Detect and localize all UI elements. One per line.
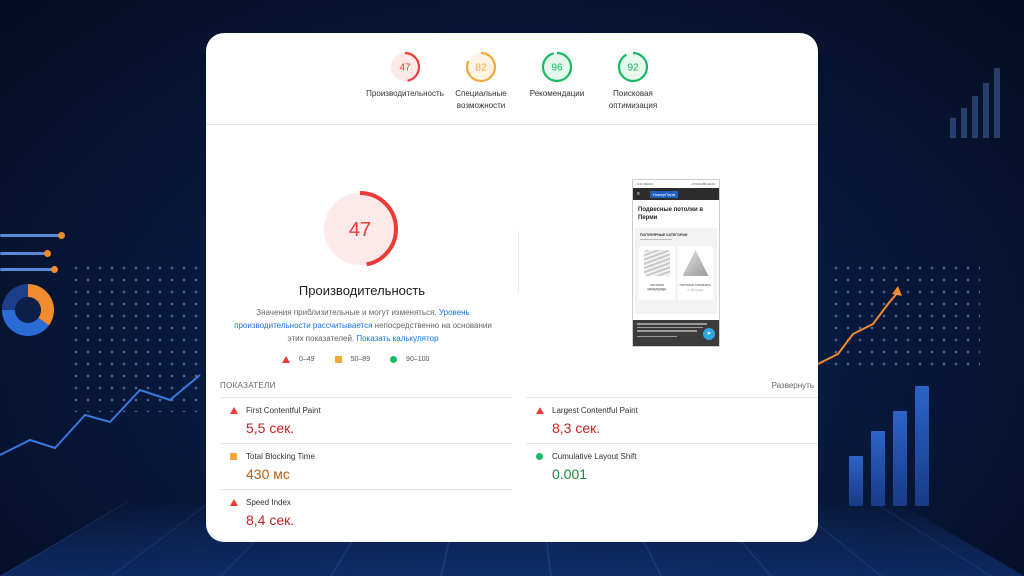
gauge-seo[interactable]: 92 Поисковая оптимизация	[585, 51, 681, 112]
preview-category-title: ПОПУЛЯРНЫЕ КАТЕГОРИИ	[640, 233, 688, 237]
preview-heading: Подвесные потолки в Перми	[638, 207, 704, 221]
divider	[518, 231, 519, 293]
legend-label: 50–89	[350, 356, 371, 363]
legend-item-fail: 0–49	[282, 356, 315, 363]
triangle-icon	[282, 356, 290, 363]
telegram-icon: ➤	[703, 328, 715, 340]
score-legend: 0–49 50–89 90–100	[282, 356, 429, 363]
square-icon	[230, 453, 237, 460]
legend-label: 90–100	[406, 356, 430, 363]
metric-first-contentful-paint[interactable]: First Contentful Paint 5,5 сек.	[220, 397, 512, 443]
triangle-icon	[230, 407, 238, 414]
legend-item-pass: 90–100	[390, 356, 429, 363]
preview-status-left: 9:41 МЕНЮ	[637, 182, 654, 186]
description-text: Значения приблизительные и могут изменят…	[256, 308, 439, 317]
preview-categories: ПОПУЛЯРНЫЕ КАТЕГОРИИ ПОТОЛКИ ARMSTRONG о…	[635, 228, 717, 314]
background-bar	[0, 266, 58, 273]
background-donut-chart	[2, 284, 54, 336]
metric-value: 0.001	[552, 466, 588, 482]
circle-icon	[390, 356, 398, 363]
metric-largest-contentful-paint[interactable]: Largest Contentful Paint 8,3 сек.	[526, 397, 818, 443]
metric-name: Speed Index	[246, 498, 291, 507]
gauge-label-line: оптимизация	[608, 101, 658, 110]
metric-name: Total Blocking Time	[246, 452, 315, 461]
background-bar	[0, 232, 65, 239]
gauge-score: 96	[551, 63, 563, 74]
background-arrow-chart	[818, 286, 902, 365]
preview-status-bar: 9:41 МЕНЮ +7(342)288-40-00	[633, 180, 719, 188]
ceiling-image	[682, 250, 709, 276]
background-bar	[0, 250, 51, 257]
metric-total-blocking-time[interactable]: Total Blocking Time 430 мс	[220, 443, 512, 489]
circle-icon	[536, 453, 543, 460]
ceiling-image	[644, 250, 670, 276]
performance-gauge: 47	[322, 191, 398, 267]
metric-value: 430 мс	[246, 466, 290, 482]
metrics-header: ПОКАЗАТЕЛИ	[220, 381, 276, 390]
lighthouse-report-card: 47 Производительность 82 Специальные воз…	[206, 33, 818, 542]
gauge-ring: 82	[465, 51, 497, 83]
preview-tiles: ПОТОЛКИ ARMSTRONG от 360 руб/м2 ПОТОЛОК …	[635, 240, 717, 300]
gauge-ring: 92	[617, 51, 649, 83]
preview-logo: НомерПерм	[649, 190, 679, 198]
gauge-score: 47	[399, 63, 411, 74]
legend-label: 0–49	[299, 356, 315, 363]
background-bars	[849, 386, 929, 506]
preview-tile-price: от 360 руб/м2	[687, 289, 704, 292]
square-icon	[334, 356, 342, 363]
show-calculator-link[interactable]: Показать калькулятор	[356, 334, 438, 343]
gauge-score: 82	[475, 63, 487, 74]
menu-icon: ≡	[637, 191, 640, 197]
metric-value: 5,5 сек.	[246, 420, 295, 436]
metric-name: Largest Contentful Paint	[552, 406, 638, 415]
metric-value: 8,4 сек.	[246, 512, 295, 528]
metric-name: Cumulative Layout Shift	[552, 452, 637, 461]
performance-title: Производительность	[298, 283, 426, 298]
performance-score: 47	[349, 219, 371, 241]
gauge-ring: 96	[541, 51, 573, 83]
background-bars	[950, 58, 1010, 138]
gauge-ring: 47	[389, 51, 421, 83]
gauge-label-line: Поисковая	[613, 89, 653, 98]
legend-item-average: 50–89	[334, 356, 371, 363]
gauge-label: Поисковая оптимизация	[585, 88, 681, 112]
gauge-label-line: возможности	[456, 101, 506, 110]
preview-tile: ПОТОЛКИ ARMSTRONG от 360 руб/м2	[639, 246, 675, 300]
preview-tile-title: ПОТОЛОК ГРИЛЬЯТО	[679, 283, 711, 287]
metric-name: First Contentful Paint	[246, 406, 321, 415]
preview-tile-price: от 360 руб/м2	[648, 289, 665, 292]
triangle-icon	[230, 499, 238, 506]
performance-description: Значения приблизительные и могут изменят…	[232, 306, 494, 345]
page-screenshot-preview[interactable]: 9:41 МЕНЮ +7(342)288-40-00 ≡ НомерПерм П…	[632, 179, 720, 347]
category-gauges: 47 Производительность 82 Специальные воз…	[206, 33, 818, 125]
preview-tile: ПОТОЛОК ГРИЛЬЯТО от 360 руб/м2	[677, 246, 713, 300]
metric-cumulative-layout-shift[interactable]: Cumulative Layout Shift 0.001	[526, 443, 818, 489]
triangle-icon	[536, 407, 544, 414]
metric-value: 8,3 сек.	[552, 420, 601, 436]
gauge-score: 92	[627, 63, 639, 74]
metric-speed-index[interactable]: Speed Index 8,4 сек.	[220, 489, 512, 535]
background-line-chart	[0, 374, 201, 456]
expand-metrics-button[interactable]: Развернуть	[772, 381, 814, 390]
preview-phone-number: +7(342)288-40-00	[690, 182, 715, 186]
preview-header: ≡ НомерПерм	[633, 188, 719, 200]
